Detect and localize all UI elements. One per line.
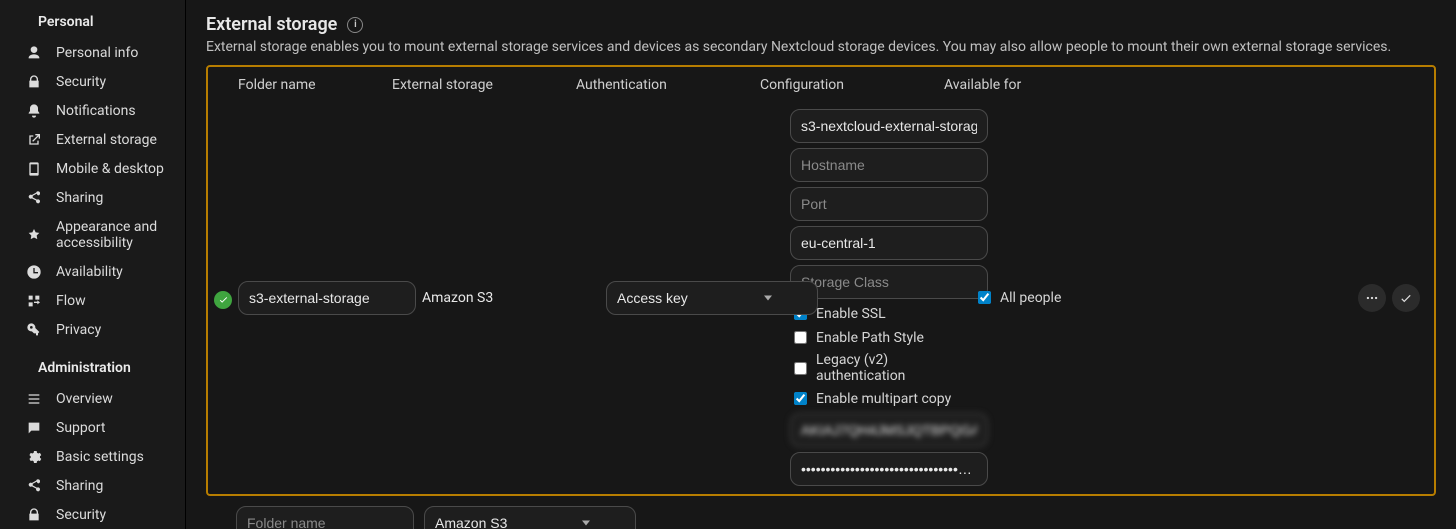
sidebar-item-label: Notifications [56,103,136,119]
flow-icon [26,293,42,309]
external-icon [26,132,42,148]
sidebar-item-notifications[interactable]: Notifications [8,97,177,125]
all-people-checkbox[interactable] [978,291,991,304]
sidebar-item-availability[interactable]: Availability [8,258,177,286]
lock-icon [26,74,42,90]
page-title: External storage i [206,14,1436,35]
main-content: External storage i External storage enab… [186,0,1456,529]
legacy-auth-label: Legacy (v2) authentication [816,352,966,384]
sidebar-section-personal: Personal [0,6,185,38]
sidebar-item-flow[interactable]: Flow [8,287,177,315]
list-icon [26,391,42,407]
new-external-storage-select[interactable]: Amazon S3 [424,506,636,529]
all-people-label: All people [1000,290,1061,306]
col-header-auth: Authentication [576,75,760,93]
enable-multipart-checkbox[interactable] [794,392,807,405]
sidebar-item-privacy[interactable]: Privacy [8,316,177,344]
port-input[interactable] [790,187,988,221]
sidebar-item-label: Sharing [56,190,103,206]
region-input[interactable] [790,226,988,260]
gear-icon [26,449,42,465]
phone-icon [26,161,42,177]
sidebar-item-label: Personal info [56,45,138,61]
info-icon[interactable]: i [347,17,363,33]
col-header-folder: Folder name [208,75,392,93]
sidebar-item-label: Sharing [56,478,103,494]
sidebar-item-label: Support [56,420,105,436]
sidebar-item-label: Flow [56,293,86,309]
enable-multipart-row[interactable]: Enable multipart copy [790,389,966,408]
sidebar-item-sharing-personal[interactable]: Sharing [8,184,177,212]
lock-icon [26,507,42,523]
share-icon [26,478,42,494]
enable-path-style-checkbox[interactable] [794,331,807,344]
sidebar-item-sharing-admin[interactable]: Sharing [8,472,177,500]
add-storage-row: Amazon S3 [206,496,1436,529]
sidebar-item-label: Privacy [56,322,101,338]
table-row: Amazon S3 Access key [208,101,1434,494]
sidebar-item-label: Availability [56,264,123,280]
speech-icon [26,420,42,436]
sidebar-item-label: Overview [56,391,113,407]
secret-key-input[interactable] [790,452,988,486]
sidebar-item-label: Basic settings [56,449,144,465]
enable-path-style-row[interactable]: Enable Path Style [790,328,966,347]
enable-multipart-label: Enable multipart copy [816,391,951,407]
col-header-available: Available for [944,75,1144,93]
confirm-button[interactable] [1392,284,1420,312]
page-description: External storage enables you to mount ex… [206,39,1436,55]
sidebar-item-label: Appearance and accessibility [56,219,167,251]
sidebar-item-label: External storage [56,132,157,148]
more-button[interactable] [1358,284,1386,312]
key-icon [26,322,42,338]
all-people-row[interactable]: All people [974,288,1174,307]
sidebar-item-label: Security [56,507,106,523]
user-icon [26,45,42,61]
share-icon [26,190,42,206]
folder-name-input[interactable] [238,281,416,315]
legacy-auth-row[interactable]: Legacy (v2) authentication [790,352,966,384]
sidebar-item-security-personal[interactable]: Security [8,68,177,96]
sidebar-section-admin: Administration [0,352,185,384]
hostname-input[interactable] [790,148,988,182]
sidebar-item-security-admin[interactable]: Security [8,501,177,529]
legacy-auth-checkbox[interactable] [794,362,807,375]
enable-path-style-label: Enable Path Style [816,330,924,346]
new-folder-name-input[interactable] [236,506,414,529]
settings-sidebar: Personal Personal info Security Notifica… [0,0,186,529]
col-header-config: Configuration [760,75,944,93]
auth-select[interactable]: Access key [606,281,818,315]
bucket-input[interactable] [790,109,988,143]
storage-class-input[interactable] [790,265,988,299]
page-title-text: External storage [206,14,337,35]
enable-ssl-label: Enable SSL [816,306,886,322]
sidebar-item-overview[interactable]: Overview [8,385,177,413]
sidebar-item-external-storage-personal[interactable]: External storage [8,126,177,154]
clock-icon [26,264,42,280]
bell-icon [26,103,42,119]
sidebar-item-label: Mobile & desktop [56,161,164,177]
external-storage-value: Amazon S3 [422,290,606,306]
status-ok-icon [214,291,232,309]
sidebar-item-appearance[interactable]: Appearance and accessibility [8,213,177,257]
sidebar-item-mobile-desktop[interactable]: Mobile & desktop [8,155,177,183]
table-header: Folder name External storage Authenticat… [208,67,1434,101]
sidebar-item-support[interactable]: Support [8,414,177,442]
sidebar-item-personal-info[interactable]: Personal info [8,39,177,67]
sidebar-item-label: Security [56,74,106,90]
access-key-input[interactable] [790,413,988,447]
appearance-icon [26,227,42,243]
col-header-external: External storage [392,75,576,93]
storage-table: Folder name External storage Authenticat… [206,65,1436,496]
sidebar-item-basic-settings[interactable]: Basic settings [8,443,177,471]
